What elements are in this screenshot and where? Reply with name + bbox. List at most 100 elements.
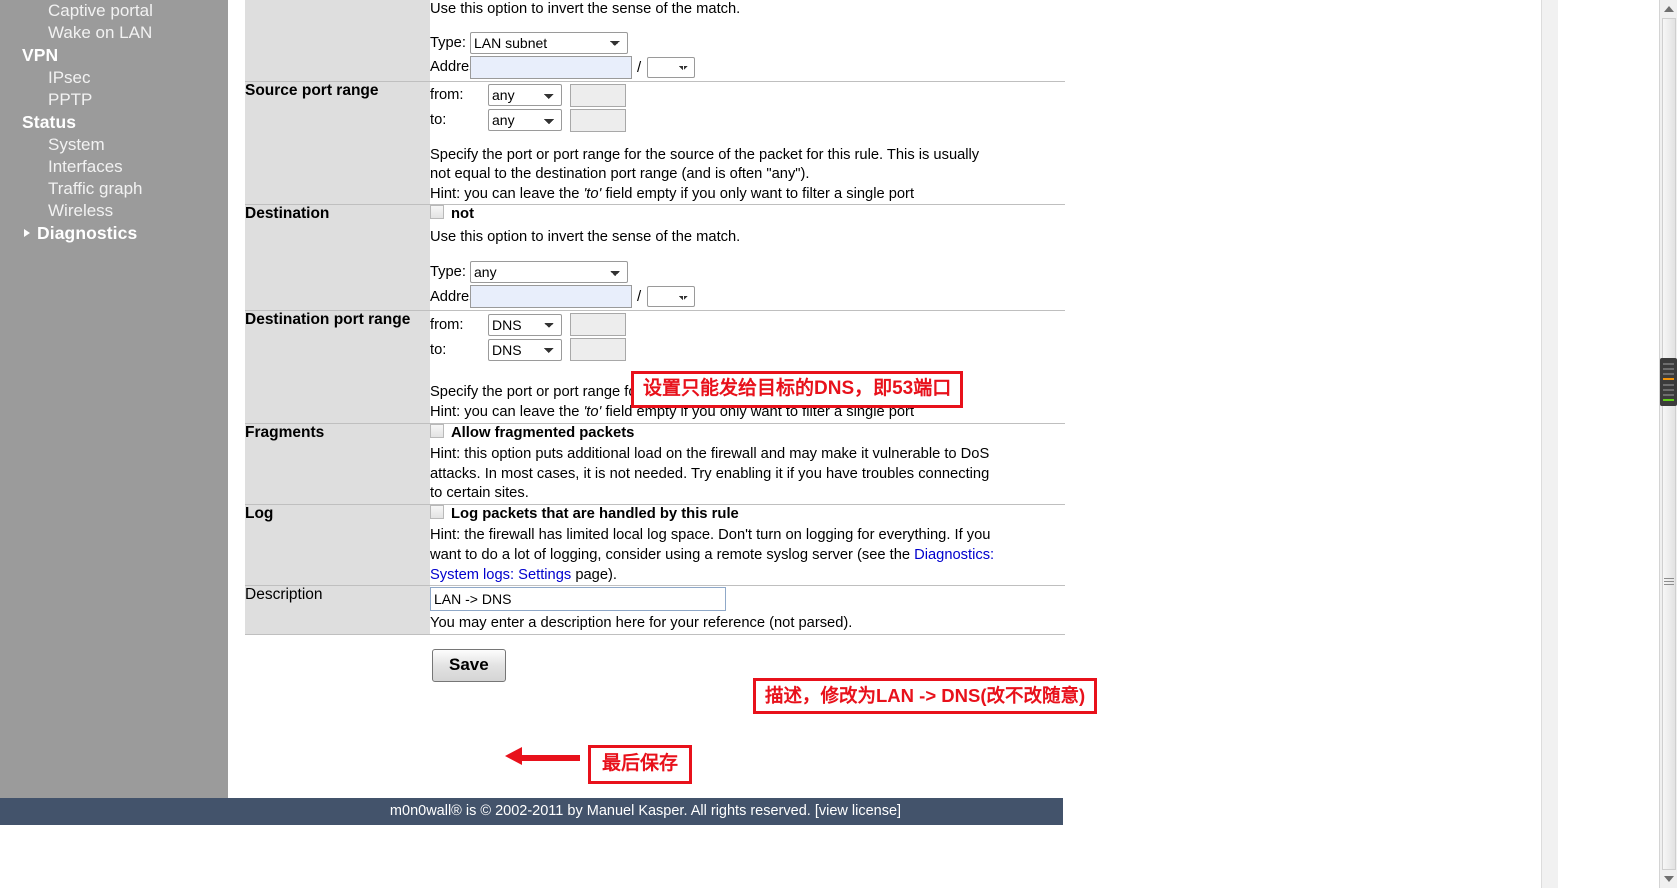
- row-label-source: [245, 0, 430, 82]
- fragments-hint-3: to certain sites.: [430, 485, 529, 502]
- sidebar-item-label: IPsec: [48, 68, 91, 87]
- row-label-destination: Destination: [245, 204, 430, 312]
- scrollbar-thumb[interactable]: [1660, 358, 1677, 406]
- source-address-input[interactable]: [470, 55, 632, 79]
- row-label-description: Description: [245, 585, 430, 635]
- destination-not-checkbox[interactable]: [430, 205, 444, 220]
- footer-copyright: m0n0wall® is © 2002-2011 by Manuel Kaspe…: [389, 803, 815, 819]
- sidebar-item-traffic-graph[interactable]: Traffic graph: [0, 178, 228, 200]
- source-address-label: Address:: [430, 59, 488, 76]
- source-port-hint-3: Hint: you can leave the 'to' field empty…: [430, 185, 915, 202]
- source-port-to-select[interactable]: any: [488, 109, 562, 132]
- table-row-log: Log Log packets that are handled by this…: [245, 504, 1065, 587]
- footer-below-filler: [0, 825, 1541, 888]
- source-type-select[interactable]: LAN subnet: [470, 31, 628, 54]
- destination-type-row: Type: any: [430, 261, 1065, 284]
- sidebar-item-label: PPTP: [48, 90, 93, 109]
- row-field-log: Log packets that are handled by this rul…: [430, 504, 1065, 587]
- browser-vertical-scrollbar[interactable]: [1659, 0, 1677, 888]
- fragments-checkbox-row: Allow fragmented packets: [430, 423, 1065, 444]
- source-port-to-row: to: any: [430, 108, 1065, 132]
- destination-port-to-label: to:: [430, 341, 447, 358]
- sidebar-group-status[interactable]: Status: [0, 111, 228, 134]
- description-hint: You may enter a description here for you…: [430, 615, 853, 632]
- page-footer: m0n0wall® is © 2002-2011 by Manuel Kaspe…: [228, 798, 1063, 825]
- source-port-from-label: from:: [430, 87, 464, 104]
- sidebar-navigation: Captive portal Wake on LAN VPN IPsec PPT…: [0, 0, 228, 800]
- sidebar-item-wireless[interactable]: Wireless: [0, 200, 228, 222]
- scroll-down-arrow-icon[interactable]: [1664, 876, 1674, 882]
- table-row-description: Description You may enter a description …: [245, 585, 1065, 635]
- destination-type-label: Type:: [430, 264, 466, 281]
- row-field-description: You may enter a description here for you…: [430, 585, 1065, 635]
- sidebar-group-diagnostics[interactable]: Diagnostics: [0, 222, 228, 245]
- sidebar-item-label: Captive portal: [48, 1, 153, 20]
- destination-mask-select[interactable]: [647, 286, 696, 308]
- source-port-to-label: to:: [430, 112, 447, 129]
- sidebar-group-label: Diagnostics: [37, 223, 138, 243]
- rule-settings-table: Use this option to invert the sense of t…: [245, 0, 1065, 682]
- log-packets-checkbox[interactable]: [430, 504, 444, 519]
- fragments-hint-2: attacks. In most cases, it is not needed…: [430, 465, 990, 482]
- chevron-right-icon: [24, 229, 30, 237]
- sidebar-group-label: VPN: [22, 45, 59, 65]
- source-port-from-select[interactable]: any: [488, 84, 562, 107]
- source-port-to-custom-input[interactable]: [570, 108, 626, 132]
- inner-vertical-scrollbar[interactable]: [1541, 0, 1558, 888]
- cidr-slash: /: [637, 288, 642, 306]
- table-row-save: Save: [245, 634, 1065, 682]
- log-packets-label: Log packets that are handled by this rul…: [451, 505, 739, 522]
- sidebar-group-vpn[interactable]: VPN: [0, 44, 228, 67]
- annotation-description: 描述，修改为LAN -> DNS(改不改随意): [753, 678, 1098, 715]
- footer-left-filler: [0, 798, 228, 825]
- sidebar-item-pptp[interactable]: PPTP: [0, 89, 228, 111]
- description-input[interactable]: [430, 587, 726, 612]
- allow-fragmented-packets-checkbox[interactable]: [430, 423, 444, 438]
- sidebar-item-label: Wireless: [48, 201, 114, 220]
- sidebar-item-wake-on-lan[interactable]: Wake on LAN: [0, 22, 228, 44]
- sidebar-item-label: Wake on LAN: [48, 23, 153, 42]
- destination-port-to-custom-input[interactable]: [570, 338, 626, 362]
- destination-address-input[interactable]: [470, 285, 632, 309]
- scroll-up-arrow-icon[interactable]: [1664, 6, 1674, 12]
- destination-port-from-select[interactable]: DNS: [488, 313, 562, 336]
- source-port-hint-1: Specify the port or port range for the s…: [430, 146, 980, 163]
- row-label-log: Log: [245, 504, 430, 587]
- destination-port-from-label: from:: [430, 316, 464, 333]
- sidebar-item-system[interactable]: System: [0, 134, 228, 156]
- destination-port-from-row: from: DNS: [430, 313, 1065, 337]
- view-license-link[interactable]: [view license]: [815, 803, 901, 819]
- log-checkbox-row: Log packets that are handled by this rul…: [430, 504, 1065, 525]
- sidebar-item-interfaces[interactable]: Interfaces: [0, 156, 228, 178]
- table-row-source: Use this option to invert the sense of t…: [245, 0, 1065, 82]
- destination-port-from-custom-input[interactable]: [570, 313, 626, 337]
- save-button[interactable]: Save: [432, 648, 506, 682]
- sidebar-item-ipsec[interactable]: IPsec: [0, 67, 228, 89]
- source-mask-select[interactable]: [647, 56, 696, 78]
- source-port-from-custom-input[interactable]: [570, 83, 626, 107]
- system-logs-settings-link[interactable]: System logs: Settings: [430, 567, 571, 583]
- scrollbar-track[interactable]: [1662, 18, 1676, 870]
- row-label-fragments: Fragments: [245, 423, 430, 505]
- source-port-hint-2: not equal to the destination port range …: [430, 166, 810, 183]
- destination-address-label: Address:: [430, 288, 488, 305]
- log-hint-1: Hint: the firewall has limited local log…: [430, 527, 991, 544]
- log-hint-2: want to do a lot of logging, consider us…: [430, 547, 995, 564]
- row-label-destination-port-range: Destination port range: [245, 310, 430, 424]
- diagnostics-link[interactable]: Diagnostics:: [914, 547, 994, 563]
- row-label-source-port-range: Source port range: [245, 81, 430, 206]
- row-field-save: Save: [430, 634, 1065, 682]
- description-input-row: [430, 587, 1065, 612]
- destination-type-select[interactable]: any: [470, 261, 628, 284]
- sidebar-item-label: Traffic graph: [48, 179, 143, 198]
- fragments-hint-1: Hint: this option puts additional load o…: [430, 446, 990, 463]
- row-field-source-port-range: from: any to: any Specify the port or po…: [430, 81, 1065, 206]
- sidebar-item-captive-portal[interactable]: Captive portal: [0, 0, 228, 22]
- row-field-fragments: Allow fragmented packets Hint: this opti…: [430, 423, 1065, 505]
- row-field-source: Use this option to invert the sense of t…: [430, 0, 1065, 82]
- table-row-destination: Destination not Use this option to inver…: [245, 204, 1065, 312]
- destination-port-to-select[interactable]: DNS: [488, 338, 562, 361]
- sidebar-item-label: System: [48, 135, 105, 154]
- table-row-source-port-range: Source port range from: any to: any Spec…: [245, 81, 1065, 206]
- arrow-shaft: [518, 755, 580, 761]
